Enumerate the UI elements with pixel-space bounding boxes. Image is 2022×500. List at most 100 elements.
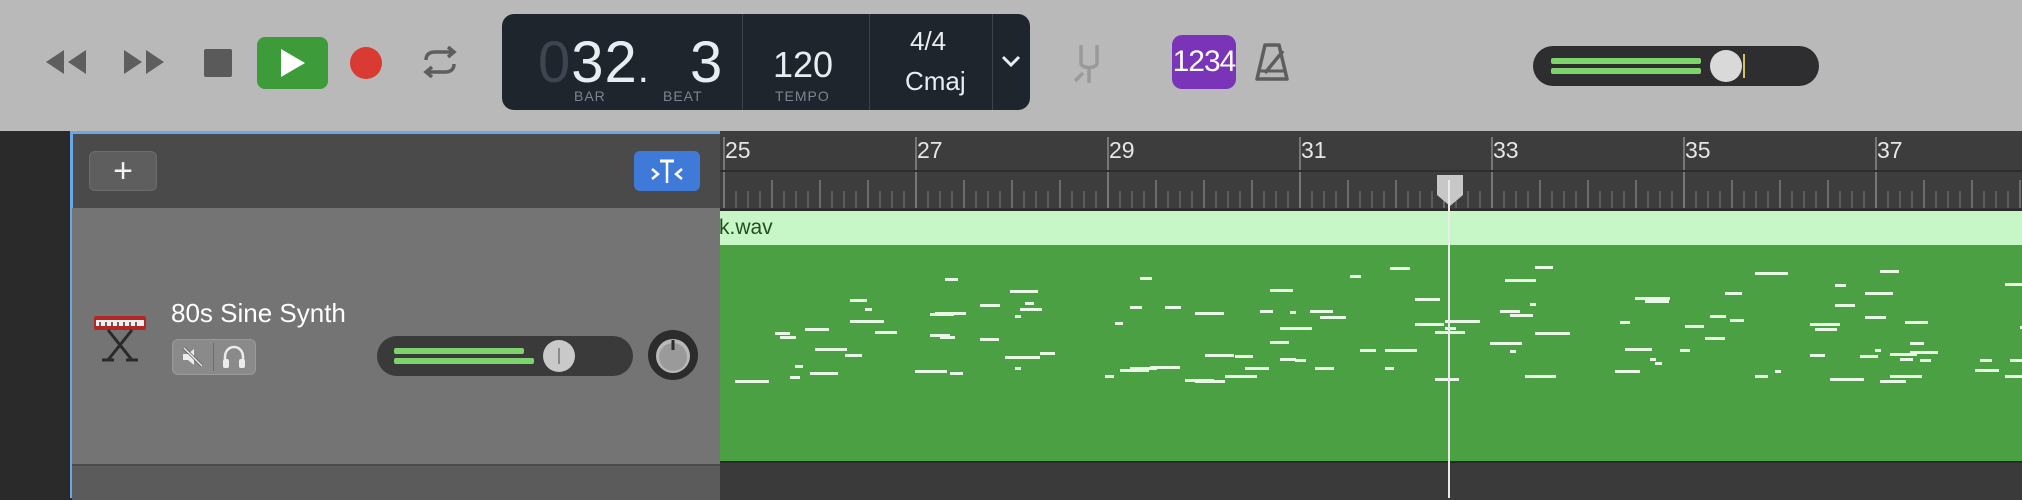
audio-region[interactable] [720,245,2022,461]
track-instrument-icon[interactable] [90,308,150,364]
note-dash [2010,359,2022,362]
record-icon [350,47,382,79]
note-dash [2005,375,2022,378]
note-dash [1535,266,1553,269]
record-button[interactable] [348,45,384,81]
note-dash [915,370,947,373]
note-dash [1270,341,1289,344]
note-dash [1860,355,1878,358]
track-volume-slider[interactable] [377,336,633,376]
count-in-button[interactable]: 1234 [1172,35,1236,89]
note-dash [1505,279,1536,282]
note-dash [1705,337,1725,340]
metronome-button[interactable] [1250,40,1294,86]
track-volume-meter-left [394,348,524,354]
tempo-value[interactable]: 120 [773,44,833,86]
note-dash [1015,315,1021,318]
master-volume-slider[interactable] [1533,46,1819,86]
keyboard-synth-icon [94,316,146,362]
note-dash [945,278,958,281]
note-dash [1130,306,1142,309]
fast-forward-button[interactable] [118,42,170,82]
note-dash [1710,315,1726,318]
note-dash [1755,375,1768,378]
empty-track-header [72,464,720,500]
note-dash [1500,310,1520,313]
note-dash [1195,312,1224,315]
key-signature[interactable]: Cmaj [905,66,966,97]
add-track-button[interactable]: + [89,151,157,191]
tuner-button[interactable] [1067,40,1111,86]
smart-controls-button[interactable] [634,151,700,191]
note-dash [1535,332,1570,335]
note-dash [1910,351,1938,354]
note-dash [1835,304,1855,307]
play-icon [280,49,305,77]
midi-notes [735,266,2022,383]
solo-button[interactable] [214,340,254,374]
track-pan-knob[interactable] [648,330,698,380]
note-dash [1835,284,1846,287]
pan-knob-icon [651,333,695,377]
note-dash [1280,327,1312,330]
note-dash [1350,275,1361,278]
playhead-icon [1437,175,1463,206]
note-dash [735,380,769,383]
note-dash [1280,358,1296,361]
metronome-icon [1255,43,1289,81]
note-dash [940,336,955,339]
cycle-button[interactable] [418,42,462,82]
region-header[interactable] [720,211,2022,245]
note-dash [1880,270,1899,273]
note-dash [815,348,847,351]
bar-number: 27 [917,137,943,163]
note-dash [1755,272,1788,275]
lcd-divider [992,14,993,110]
note-dash [1040,352,1055,355]
note-dash [1975,369,1999,372]
time-signature[interactable]: 4/4 [910,26,946,57]
note-dash [1225,375,1257,378]
bar-display: 032. [538,30,650,95]
mute-button[interactable] [173,340,213,374]
lcd-mode-dropdown[interactable] [996,46,1026,76]
note-dash [1810,323,1840,326]
track-name[interactable]: 80s Sine Synth [171,298,346,329]
bar-number: 33 [1493,137,1519,163]
note-dash [1295,359,1306,362]
note-dash [1445,327,1456,330]
bar-number: 35 [1685,137,1711,163]
note-dash [1390,267,1410,270]
bar-ruler[interactable]: 25 27 29 31 33 35 37 [720,131,2022,209]
note-dash [1165,306,1181,309]
master-volume-meter-left [1551,58,1701,64]
note-dash [1005,356,1040,359]
bar-number: 31 [1301,137,1327,163]
note-dash [1865,292,1893,295]
track-volume-knob-mark [558,348,560,364]
track-header-toolbar [72,131,720,211]
note-dash [775,332,790,335]
note-dash [1290,311,1296,314]
stop-button[interactable] [198,44,238,82]
lcd-display[interactable]: 032. 3 BAR BEAT 120 TEMPO 4/4 Cmaj [502,14,1030,110]
note-dash [1890,375,1922,378]
note-dash [1015,367,1021,370]
master-volume-knob[interactable] [1710,50,1742,82]
playhead-handle[interactable] [1434,173,1466,207]
note-dash [780,336,796,339]
note-dash [1315,367,1334,370]
note-dash [1510,350,1516,353]
chevron-down-icon [1001,55,1021,68]
note-dash [1815,328,1837,331]
note-dash [950,372,963,375]
note-dash [865,308,872,311]
bar-number: 37 [1877,137,1903,163]
region-name: k.wav [719,216,773,239]
note-dash [1645,300,1669,303]
rewind-button[interactable] [40,42,92,82]
note-dash [1245,367,1269,370]
note-dash [1725,292,1742,295]
play-button[interactable] [257,37,328,89]
lcd-divider [869,14,870,110]
